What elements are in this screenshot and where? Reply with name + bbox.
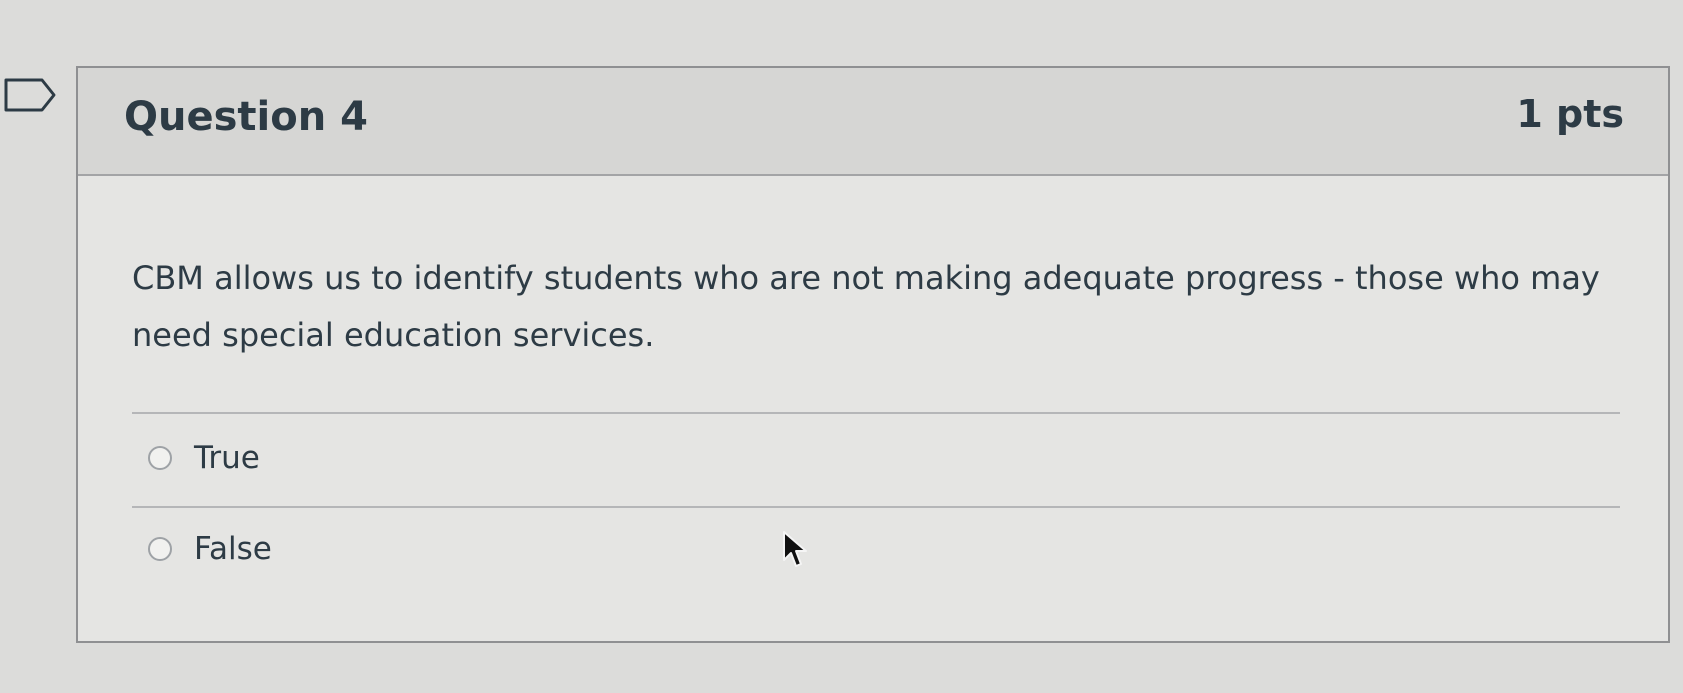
radio-button-false[interactable] [148, 537, 172, 561]
radio-button-true[interactable] [148, 446, 172, 470]
answer-divider [132, 412, 1620, 414]
mouse-pointer-icon [783, 531, 807, 567]
answer-label-true: True [194, 440, 260, 476]
question-text: CBM allows us to identify students who a… [132, 259, 1600, 354]
question-header: Question 4 1 pts [78, 68, 1668, 176]
answer-divider [132, 506, 1620, 508]
answer-option-true[interactable]: True [148, 440, 260, 476]
answer-label-false: False [194, 531, 272, 567]
flag-question-icon[interactable] [4, 78, 56, 112]
question-points: 1 pts [1516, 92, 1624, 136]
question-card: Question 4 1 pts CBM allows us to identi… [76, 66, 1670, 643]
question-title: Question 4 [124, 94, 368, 140]
answer-option-false[interactable]: False [148, 531, 272, 567]
